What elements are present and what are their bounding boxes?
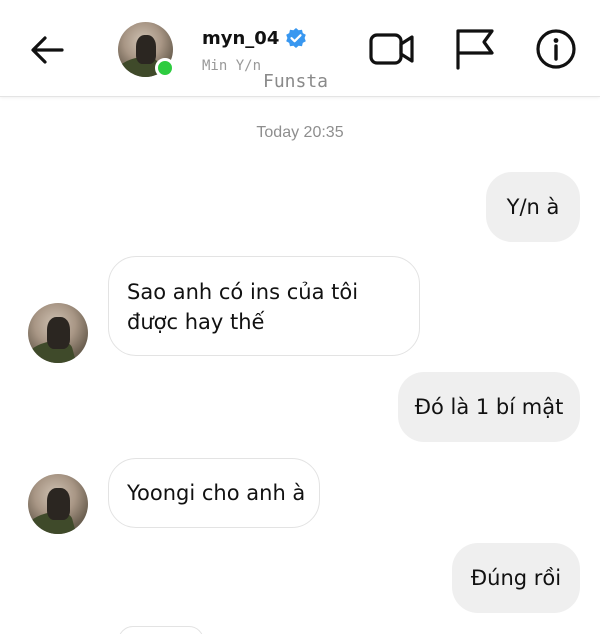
- received-message-partial[interactable]: [118, 626, 204, 634]
- received-message[interactable]: Yoongi cho anh à: [108, 458, 320, 528]
- info-icon: [536, 29, 576, 69]
- verified-badge-icon: [286, 28, 306, 48]
- message-text: Yoongi cho anh à: [127, 481, 306, 505]
- message-text: Y/n à: [506, 195, 560, 219]
- sent-message[interactable]: Đó là 1 bí mật: [398, 372, 580, 442]
- chat-header: myn_04 Min Y/n Funsta: [0, 0, 600, 97]
- sent-message[interactable]: Đúng rồi: [452, 543, 580, 613]
- username[interactable]: myn_04: [202, 28, 279, 49]
- sender-avatar[interactable]: [28, 474, 88, 534]
- arrow-left-icon: [31, 36, 64, 64]
- watermark-text: Funsta: [263, 71, 329, 92]
- received-message[interactable]: Sao anh có ins của tôi được hay thế: [108, 256, 420, 356]
- message-text-line-2: được hay thế: [127, 310, 265, 334]
- info-button[interactable]: [532, 28, 580, 70]
- sent-message[interactable]: Y/n à: [486, 172, 580, 242]
- display-name: Min Y/n: [202, 58, 262, 74]
- video-call-button[interactable]: [368, 28, 416, 70]
- sender-avatar[interactable]: [28, 303, 88, 363]
- back-button[interactable]: [26, 30, 68, 70]
- message-timestamp: Today 20:35: [256, 124, 344, 141]
- report-button[interactable]: [450, 28, 498, 70]
- online-status-dot: [155, 58, 175, 78]
- flag-icon: [456, 29, 494, 70]
- video-camera-icon: [369, 33, 414, 65]
- message-text: Đúng rồi: [470, 566, 562, 590]
- message-text: Đó là 1 bí mật: [414, 395, 564, 419]
- message-text-line-1: Sao anh có ins của tôi: [127, 280, 359, 304]
